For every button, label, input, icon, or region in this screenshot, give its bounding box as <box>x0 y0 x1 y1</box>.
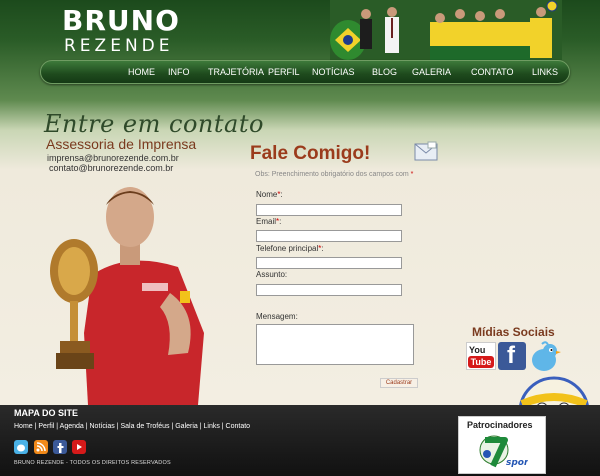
required-note-text: Obs: Preenchimento obrigatório dos campo… <box>255 171 409 178</box>
nav-info[interactable]: INFO <box>168 65 190 79</box>
required-asterisk: * <box>318 244 322 253</box>
sponsor-name: sports <box>506 458 528 468</box>
site-header: BRUNO REZENDE <box>0 0 600 60</box>
subject-input[interactable] <box>256 284 402 296</box>
nav-trajetoria[interactable]: TRAJETÓRIA <box>208 65 264 79</box>
nav-galeria[interactable]: GALERIA <box>412 65 451 79</box>
site-logo[interactable]: BRUNO REZENDE <box>62 6 179 57</box>
email-label: Email*: <box>256 217 282 226</box>
email-contact[interactable]: contato@brunorezende.com.br <box>49 163 173 174</box>
nav-home[interactable]: HOME <box>128 65 155 79</box>
submit-button[interactable]: Cadastrar <box>380 378 418 388</box>
nav-blog[interactable]: BLOG <box>372 65 397 79</box>
form-title: Fale Comigo! <box>250 143 371 164</box>
phone-label: Telefone principal*: <box>256 244 324 253</box>
facebook-small-icon[interactable] <box>53 440 67 454</box>
name-input[interactable] <box>256 204 402 216</box>
required-asterisk: * <box>277 190 281 199</box>
sponsor-7sports-logo[interactable]: sports <box>478 432 528 472</box>
sitemap-title: MAPA DO SITE <box>14 408 79 418</box>
required-asterisk: * <box>410 171 414 178</box>
nav-contato[interactable]: CONTATO <box>471 65 514 79</box>
sitemap-links[interactable]: Home | Perfil | Agenda | Notícias | Sala… <box>14 423 250 430</box>
rss-icon[interactable] <box>34 440 48 454</box>
main-nav: HOME INFO TRAJETÓRIA PERFIL NOTÍCIAS BLO… <box>40 60 570 84</box>
copyright-text: BRUNO REZENDE - TODOS OS DIREITOS RESERV… <box>14 460 171 466</box>
message-label: Mensagem: <box>256 312 298 321</box>
name-label: Nome*: <box>256 190 283 199</box>
message-textarea[interactable] <box>256 324 414 365</box>
required-fields-note: Obs: Preenchimento obrigatório dos campo… <box>255 171 413 178</box>
email-input[interactable] <box>256 230 402 242</box>
twitter-icon[interactable] <box>14 440 28 454</box>
facebook-icon[interactable]: f <box>498 342 526 370</box>
header-team-photo <box>330 0 562 60</box>
contact-heading: Entre em contato <box>44 110 264 138</box>
social-media-title: Mídias Sociais <box>472 325 555 339</box>
press-office-heading: Assessoria de Imprensa <box>46 136 197 152</box>
envelope-icon <box>414 141 438 161</box>
logo-line-2: REZENDE <box>64 36 174 56</box>
facebook-glyph: f <box>507 342 515 369</box>
twitter-bird-icon[interactable] <box>526 340 562 374</box>
youtube-small-icon[interactable] <box>72 440 86 454</box>
email-label-text: Email <box>256 217 277 226</box>
nav-perfil[interactable]: PERFIL <box>268 65 300 79</box>
player-photo <box>50 187 204 405</box>
youtube-icon[interactable]: You Tube <box>466 342 496 370</box>
phone-label-text: Telefone principal <box>256 244 319 253</box>
nav-links[interactable]: LINKS <box>532 65 558 79</box>
name-label-text: Nome <box>256 190 278 199</box>
required-asterisk: * <box>276 217 280 226</box>
sponsors-title: Patrocinadores <box>467 420 533 430</box>
phone-input[interactable] <box>256 257 402 269</box>
logo-line-1: BRUNO <box>62 4 180 37</box>
nav-noticias[interactable]: NOTÍCIAS <box>312 65 355 79</box>
subject-label: Assunto: <box>256 270 288 279</box>
